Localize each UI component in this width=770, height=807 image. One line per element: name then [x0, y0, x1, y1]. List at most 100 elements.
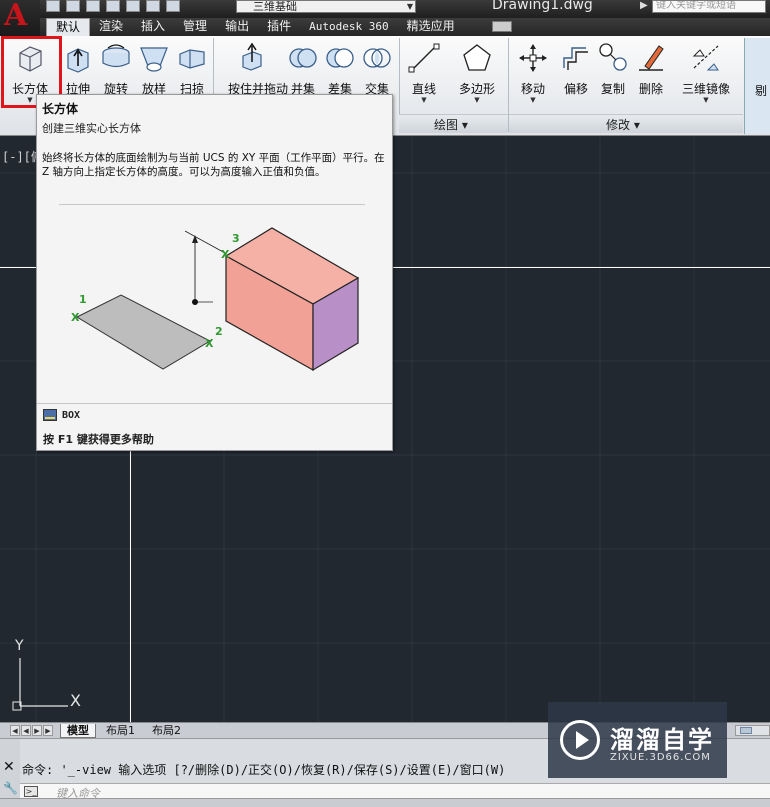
tab-model[interactable]: 模型 — [60, 724, 96, 738]
ribbon-overflow-button[interactable]: 剔 — [744, 38, 770, 134]
tab-manage[interactable]: 管理 — [174, 18, 216, 36]
application-menu-button[interactable]: A — [0, 0, 40, 36]
figure-label-1: 1 — [79, 293, 87, 306]
extrude-icon — [67, 48, 89, 73]
tooltip-body: 始终将长方体的底面绘制为与当前 UCS 的 XY 平面（工作平面）平行。在 Z … — [42, 152, 385, 178]
ucs-y-label: Y — [14, 638, 24, 654]
polygon-icon — [463, 44, 491, 71]
print-icon[interactable] — [126, 0, 140, 12]
tooltip-help: 按 F1 键获得更多帮助 — [43, 433, 154, 446]
offset-icon — [563, 47, 588, 70]
offset-label: 偏移 — [563, 82, 588, 96]
subtract-icon — [326, 48, 354, 68]
divider — [59, 204, 365, 205]
intersect-icon — [363, 48, 391, 68]
offset-button[interactable]: 偏移 — [556, 38, 596, 100]
union-icon — [289, 48, 317, 68]
line-label: 直线 — [411, 82, 436, 96]
ribbon-tab-bar: 默认 渲染 插入 管理 输出 插件 Autodesk 360 精选应用 — [40, 18, 770, 36]
draw-panel-title[interactable]: 绘图 ▾ — [434, 116, 468, 133]
redo-icon[interactable] — [166, 0, 180, 12]
mirror3d-icon — [692, 45, 719, 71]
revolve-button[interactable]: 旋转 — [96, 38, 136, 100]
save-as-icon[interactable] — [106, 0, 120, 12]
play-logo-icon — [560, 720, 600, 760]
crosshair-vertical — [130, 440, 131, 723]
tab-default[interactable]: 默认 — [46, 18, 91, 36]
box-tooltip: 长方体 创建三维实心长方体 始终将长方体的底面绘制为与当前 UCS 的 XY 平… — [36, 94, 393, 451]
loft-button[interactable]: 放样 — [134, 38, 174, 100]
horizontal-scrollbar[interactable] — [735, 725, 770, 736]
chevron-down-icon: ▼ — [703, 96, 709, 104]
sweep-icon — [179, 49, 205, 69]
subtract-button[interactable]: 差集 — [320, 38, 360, 100]
title-bar: 三维基础 ▼ Drawing1.dwg ▶ 键入关键字或短语 — [0, 0, 770, 18]
move-icon — [519, 44, 547, 72]
close-icon[interactable]: ✕ — [3, 759, 15, 775]
sweep-button[interactable]: 扫掠 — [172, 38, 212, 100]
figure-label-2: 2 — [215, 325, 223, 338]
chevron-down-icon: ▼ — [406, 2, 413, 11]
svg-text:X: X — [71, 311, 80, 324]
ribbon-minimize-button[interactable] — [492, 21, 512, 32]
prev-tab-icon[interactable]: ◀ — [21, 725, 31, 736]
chevron-right-icon: ▶ — [640, 0, 648, 11]
chevron-down-icon: ▼ — [474, 96, 480, 104]
tab-plugins[interactable]: 插件 — [258, 18, 300, 36]
last-tab-icon[interactable]: ▶ — [43, 725, 53, 736]
first-tab-icon[interactable]: ◀ — [10, 725, 20, 736]
extrude-button[interactable]: 拉伸 — [58, 38, 98, 100]
copy-button[interactable]: 复制 — [593, 38, 633, 100]
quick-access-toolbar — [46, 0, 180, 14]
erase-button[interactable]: 删除 — [631, 38, 671, 100]
polygon-label: 多边形 — [458, 82, 495, 96]
search-input[interactable]: 键入关键字或短语 — [652, 0, 766, 13]
chevron-down-icon: ▼ — [530, 96, 536, 104]
line-button[interactable]: 直线 ▼ — [404, 38, 444, 104]
next-tab-icon[interactable]: ▶ — [32, 725, 42, 736]
tab-autodesk-360[interactable]: Autodesk 360 — [300, 18, 397, 36]
tooltip-title: 长方体 — [42, 102, 79, 116]
autocad-logo-icon: A — [4, 0, 28, 33]
command-prompt-icon[interactable]: >_ — [24, 786, 38, 797]
new-file-icon[interactable] — [46, 0, 60, 12]
revolve-icon — [102, 44, 130, 68]
union-button[interactable]: 并集 — [283, 38, 323, 100]
presspull-icon — [242, 42, 262, 71]
intersect-button[interactable]: 交集 — [357, 38, 397, 100]
loft-icon — [140, 47, 168, 72]
ucs-x-label: X — [70, 691, 81, 710]
polygon-button[interactable]: 多边形 ▼ — [454, 38, 500, 104]
watermark: 溜溜自学 ZIXUE.3D66.COM — [548, 702, 727, 778]
mirror3d-button[interactable]: 三维镜像 ▼ — [680, 38, 732, 104]
ucs-icon: Y X — [12, 638, 81, 711]
tab-output[interactable]: 输出 — [216, 18, 258, 36]
chevron-down-icon: ▼ — [421, 96, 427, 104]
copy-label: 复制 — [600, 82, 625, 96]
tab-render[interactable]: 渲染 — [90, 18, 132, 36]
erase-label: 删除 — [638, 82, 663, 96]
presspull-button[interactable]: 按住并拖动 — [228, 38, 288, 100]
overflow-label: 剔 — [755, 84, 768, 98]
tab-layout1[interactable]: 布局1 — [100, 724, 141, 738]
divider — [37, 403, 392, 404]
tab-insert[interactable]: 插入 — [132, 18, 174, 36]
copy-icon — [599, 43, 627, 71]
wrench-icon[interactable]: 🔧 — [3, 781, 18, 795]
command-history: 命令: '_-view 输入选项 [?/删除(D)/正交(O)/恢复(R)/保存… — [22, 763, 506, 777]
tooltip-command: BOX — [62, 410, 81, 421]
workspace-dropdown[interactable]: 三维基础 ▼ — [236, 0, 416, 13]
undo-icon[interactable] — [146, 0, 160, 12]
line-icon — [408, 43, 440, 73]
watermark-name: 溜溜自学 — [610, 726, 714, 754]
modify-panel-title[interactable]: 修改 ▾ — [606, 116, 640, 133]
command-line-icon — [43, 409, 57, 421]
tab-featured-apps[interactable]: 精选应用 — [398, 18, 464, 36]
tab-layout2[interactable]: 布局2 — [146, 724, 187, 738]
save-icon[interactable] — [86, 0, 100, 12]
box-illustration: X X X 1 2 3 — [71, 227, 360, 372]
open-file-icon[interactable] — [66, 0, 80, 12]
move-button[interactable]: 移动 ▼ — [513, 38, 553, 104]
status-bar — [0, 798, 770, 807]
watermark-url: ZIXUE.3D66.COM — [610, 752, 711, 763]
